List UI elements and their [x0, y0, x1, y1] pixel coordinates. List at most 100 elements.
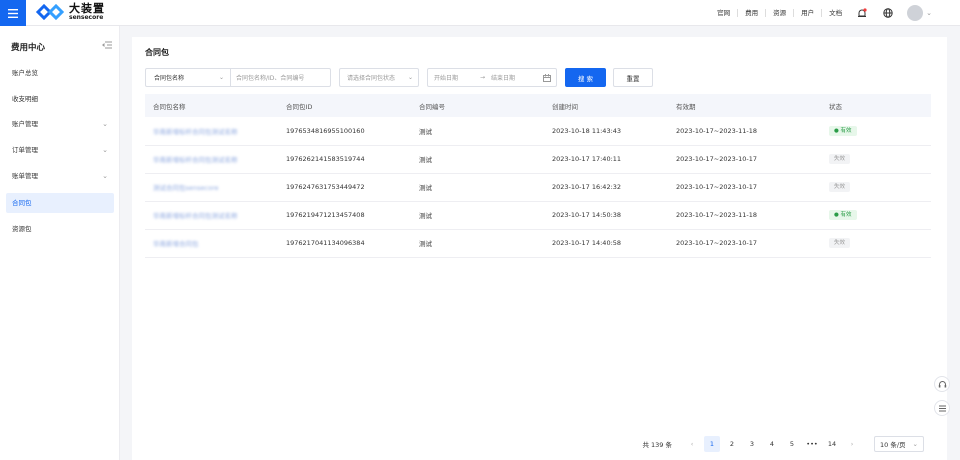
sidebar-item-label: 账单管理 — [12, 172, 38, 180]
status-badge: ● 有效 — [829, 125, 857, 136]
validity-period: 2023-10-17~2023-10-17 — [668, 173, 821, 202]
total-count: 共 139 条 — [642, 441, 672, 449]
package-name-link[interactable]: 华南新增合同包 — [145, 229, 278, 258]
chevron-down-icon: ⌄ — [218, 74, 224, 81]
sidebar-item-label: 账户总览 — [12, 69, 38, 77]
created-time: 2023-10-18 11:43:43 — [544, 117, 668, 146]
bell-icon[interactable] — [855, 6, 869, 20]
calendar-icon — [543, 74, 551, 82]
sidebar-item-label: 资源包 — [12, 225, 32, 233]
status-badge: 失效 — [829, 238, 851, 248]
table-header-row: 合同包名称 合同包ID 合同编号 创建时间 有效期 状态 — [145, 94, 931, 117]
table-row[interactable]: 华南新增标杆合同包测试名称 1976219471213457408 测试 202… — [145, 201, 931, 230]
package-name-link[interactable]: 华南新增标杆合同包测试名称 — [145, 145, 278, 174]
sidebar-item-resource-packages[interactable]: 资源包 — [6, 219, 114, 239]
headset-support-icon[interactable] — [934, 376, 950, 392]
search-input[interactable]: 合同包名称/ID、合同编号 — [231, 68, 331, 87]
nav-billing[interactable]: 费用 — [738, 9, 767, 17]
table-row[interactable]: 华南新增标杆合同包测试名称 1976262141583519744 测试 202… — [145, 145, 931, 174]
status-badge: 失效 — [829, 182, 851, 192]
created-time: 2023-10-17 14:50:38 — [544, 201, 668, 230]
table-row[interactable]: 华南新增合同包 1976217041134096384 测试 2023-10-1… — [145, 229, 931, 258]
page-1[interactable]: 1 — [704, 436, 720, 452]
name-field-select-value: 合同包名称 — [154, 75, 185, 82]
page-2[interactable]: 2 — [724, 436, 740, 452]
next-page-icon[interactable]: › — [844, 436, 860, 452]
page-4[interactable]: 4 — [764, 436, 780, 452]
sidebar-item-bill-management[interactable]: 账单管理 ⌄ — [6, 166, 114, 186]
column-header-name[interactable]: 合同包名称 — [145, 94, 278, 117]
sidebar-item-label: 订单管理 — [12, 146, 38, 154]
sidebar-item-label: 合同包 — [12, 199, 32, 207]
reset-button[interactable]: 重置 — [613, 68, 653, 87]
status-placeholder: 请选择合同包状态 — [347, 75, 396, 82]
table-row[interactable]: 华南新增标杆合同包测试名称 1976534816955100160 测试 202… — [145, 117, 931, 146]
column-header-created[interactable]: 创建时间 — [544, 94, 668, 117]
sidebar-item-transactions[interactable]: 收支明细 — [6, 89, 114, 109]
column-header-status[interactable]: 状态 — [821, 94, 931, 117]
status-select[interactable]: 请选择合同包状态 ⌄ — [339, 68, 419, 87]
package-name-link[interactable]: 测试合同包sensecore — [145, 173, 278, 202]
brand-name-en: sensecore — [69, 14, 104, 21]
search-placeholder: 合同包名称/ID、合同编号 — [236, 75, 305, 82]
validity-period: 2023-10-17~2023-10-17 — [668, 229, 821, 258]
sidebar-item-order-management[interactable]: 订单管理 ⌄ — [6, 140, 114, 160]
sidebar-title: 费用中心 — [11, 43, 46, 53]
list-feedback-icon[interactable] — [934, 400, 950, 416]
package-id: 1976217041134096384 — [278, 229, 411, 258]
chevron-down-icon[interactable]: ⌄ — [926, 9, 932, 17]
contract-code: 测试 — [411, 229, 544, 258]
column-header-validity[interactable]: 有效期 — [668, 94, 821, 117]
date-range-picker[interactable]: 开始日期 → 结束日期 — [427, 68, 557, 87]
brand-logo[interactable]: 大装置 sensecore — [35, 3, 105, 21]
sidebar-item-label: 收支明细 — [12, 95, 38, 103]
contract-code: 测试 — [411, 145, 544, 174]
pagination: 共 139 条 ‹ 1 2 3 4 5 ••• 14 › 10 条/页 ⌄ — [642, 436, 924, 452]
contract-table: 合同包名称 合同包ID 合同编号 创建时间 有效期 状态 华南新增标杆合同包测试… — [145, 94, 931, 258]
status-badge: ● 有效 — [829, 210, 857, 220]
contract-code: 测试 — [411, 117, 544, 146]
page-title: 合同包 — [145, 48, 169, 57]
sidebar-item-account-overview[interactable]: 账户总览 — [6, 63, 114, 83]
sidebar-item-account-management[interactable]: 账户管理 ⌄ — [6, 114, 114, 134]
sidebar-item-label: 账户管理 — [12, 120, 38, 128]
search-button[interactable]: 搜 索 — [565, 68, 606, 87]
package-name-link[interactable]: 华南新增标杆合同包测试名称 — [145, 201, 278, 230]
column-header-id[interactable]: 合同包ID — [278, 94, 411, 117]
created-time: 2023-10-17 17:40:11 — [544, 145, 668, 174]
validity-period: 2023-10-17~2023-10-17 — [668, 145, 821, 174]
start-date-placeholder: 开始日期 — [434, 75, 459, 82]
menu-icon[interactable] — [0, 0, 26, 26]
filter-bar: 合同包名称 ⌄ 合同包名称/ID、合同编号 请选择合同包状态 ⌄ 开始日期 → … — [145, 68, 653, 87]
column-header-code[interactable]: 合同编号 — [411, 94, 544, 117]
contract-code: 测试 — [411, 173, 544, 202]
nav-users[interactable]: 用户 — [794, 9, 823, 17]
brand-name-cn: 大装置 — [69, 2, 105, 15]
page-size-select[interactable]: 10 条/页 ⌄ — [874, 436, 924, 452]
sidebar-item-contract-packages[interactable]: 合同包 — [6, 193, 114, 213]
created-time: 2023-10-17 14:40:58 — [544, 229, 668, 258]
table-row[interactable]: 测试合同包sensecore 1976247631753449472 测试 20… — [145, 173, 931, 202]
chevron-down-icon: ⌄ — [102, 146, 108, 154]
contract-code: 测试 — [411, 201, 544, 230]
page-ellipsis[interactable]: ••• — [804, 436, 820, 452]
collapse-menu-icon[interactable] — [102, 40, 112, 50]
name-field-select[interactable]: 合同包名称 ⌄ — [145, 68, 231, 87]
prev-page-icon[interactable]: ‹ — [684, 436, 700, 452]
nav-docs[interactable]: 文档 — [822, 9, 849, 17]
package-id: 1976247631753449472 — [278, 173, 411, 202]
nav-official-site[interactable]: 官网 — [710, 9, 739, 17]
chevron-down-icon: ⌄ — [912, 440, 918, 448]
validity-period: 2023-10-17~2023-11-18 — [668, 201, 821, 230]
page-last[interactable]: 14 — [824, 436, 840, 452]
logo-icon — [35, 3, 65, 21]
package-name-link[interactable]: 华南新增标杆合同包测试名称 — [145, 117, 278, 146]
page-3[interactable]: 3 — [744, 436, 760, 452]
globe-icon[interactable] — [881, 6, 895, 20]
page-5[interactable]: 5 — [784, 436, 800, 452]
nav-resources[interactable]: 资源 — [766, 9, 795, 17]
top-bar: 大装置 sensecore 官网 费用 资源 用户 文档 ⌄ — [0, 0, 960, 26]
avatar[interactable] — [907, 5, 924, 21]
status-badge: 失效 — [829, 154, 851, 164]
package-id: 1976262141583519744 — [278, 145, 411, 174]
